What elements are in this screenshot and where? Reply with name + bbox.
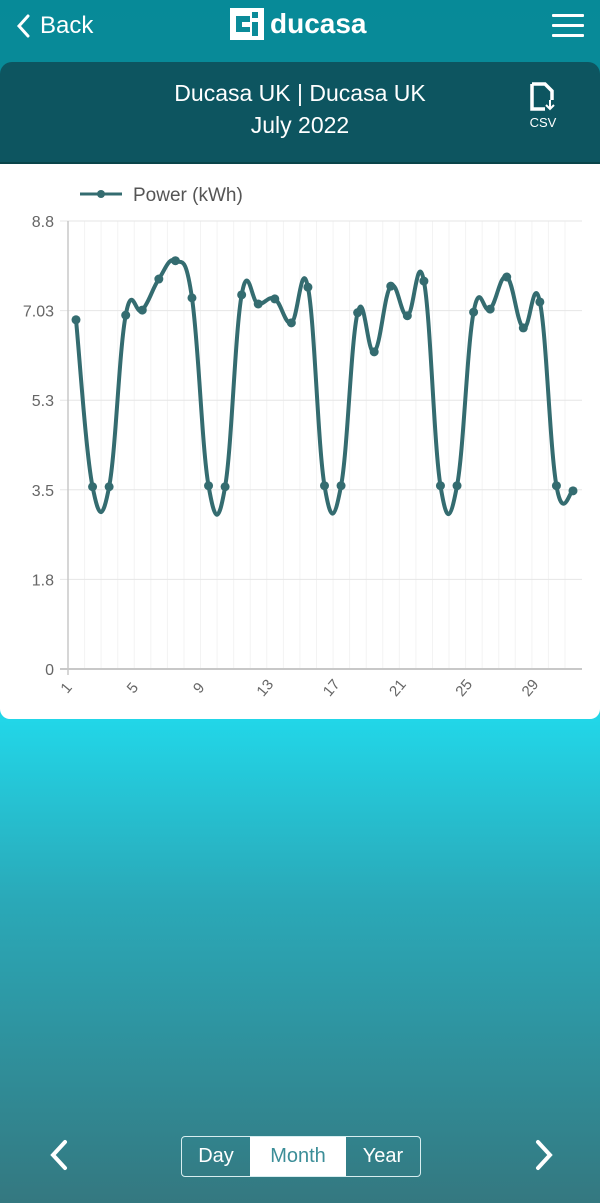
tab-year[interactable]: Year [346, 1137, 420, 1176]
data-point [535, 297, 545, 307]
legend-label: Power (kWh) [133, 185, 243, 206]
data-point [286, 318, 296, 328]
data-point [369, 347, 379, 357]
previous-period-button[interactable] [45, 1138, 75, 1172]
data-point [187, 293, 197, 303]
x-tick-label: 9 [190, 679, 208, 696]
logo-text: ducasa [270, 8, 367, 39]
next-period-button[interactable] [528, 1138, 558, 1172]
period-selector: Day Month Year [181, 1136, 421, 1177]
data-point [88, 482, 98, 492]
data-point [204, 481, 214, 491]
data-point [170, 256, 180, 266]
data-point [121, 310, 131, 320]
legend-marker [97, 190, 105, 198]
data-point [137, 305, 147, 315]
data-point [303, 282, 313, 292]
site-title: Ducasa UK | Ducasa UK [174, 80, 426, 106]
y-tick-label: 1.8 [32, 572, 54, 589]
data-point [353, 308, 363, 318]
y-tick-label: 7.03 [23, 304, 54, 321]
csv-export-button[interactable]: CSV [528, 82, 558, 130]
data-point [551, 481, 561, 491]
data-point [320, 481, 329, 491]
hamburger-icon[interactable] [552, 14, 584, 38]
site-banner: Ducasa UK | Ducasa UK July 2022 CSV [0, 62, 600, 165]
data-point [568, 486, 578, 496]
data-point [220, 482, 230, 492]
back-button[interactable]: Back [16, 12, 93, 40]
data-point [386, 281, 396, 291]
data-point [502, 272, 512, 282]
file-download-icon [530, 82, 555, 111]
tab-day[interactable]: Day [182, 1137, 250, 1176]
power-chart: 0 1.8 3.5 5.3 7.03 8.8 1 5 9 13 17 21 25 29 Power (kWh… [23, 185, 582, 700]
period-label: July 2022 [250, 112, 350, 138]
data-point [104, 482, 114, 492]
data-point [419, 276, 429, 286]
y-tick-label: 0 [45, 662, 54, 679]
chart-card: 0 1.8 3.5 5.3 7.03 8.8 1 5 9 13 17 21 25 29 Power (kWh… [0, 164, 600, 719]
chevron-right-icon [536, 1140, 553, 1170]
x-tick-label: 25 [452, 676, 476, 700]
data-point [237, 290, 247, 300]
x-tick-label: 21 [386, 676, 410, 700]
x-tick-label: 5 [124, 679, 142, 696]
data-point [270, 294, 280, 304]
x-tick-label: 13 [253, 676, 277, 700]
data-point [452, 481, 462, 491]
x-tick-label: 1 [57, 679, 75, 696]
tab-month[interactable]: Month [250, 1137, 346, 1176]
chevron-left-icon [16, 14, 30, 38]
data-point [336, 481, 346, 491]
y-tick-label: 8.8 [32, 214, 54, 231]
back-label: Back [40, 12, 94, 39]
top-bar: Back ducasa [0, 0, 600, 60]
csv-label: CSV [529, 115, 557, 130]
data-point [154, 274, 164, 284]
data-point [71, 315, 81, 325]
y-tick-label: 5.3 [32, 393, 54, 410]
logo: ducasa [230, 8, 367, 40]
data-point [402, 311, 412, 321]
chevron-left-icon [50, 1140, 67, 1170]
data-point [518, 323, 528, 333]
y-tick-label: 3.5 [32, 483, 54, 500]
logo-mark-icon [230, 8, 264, 40]
data-point [435, 481, 445, 491]
x-tick-label: 29 [519, 676, 543, 700]
x-tick-label: 17 [320, 676, 344, 700]
data-point [253, 299, 263, 309]
data-point [485, 304, 495, 314]
data-point [469, 307, 479, 317]
